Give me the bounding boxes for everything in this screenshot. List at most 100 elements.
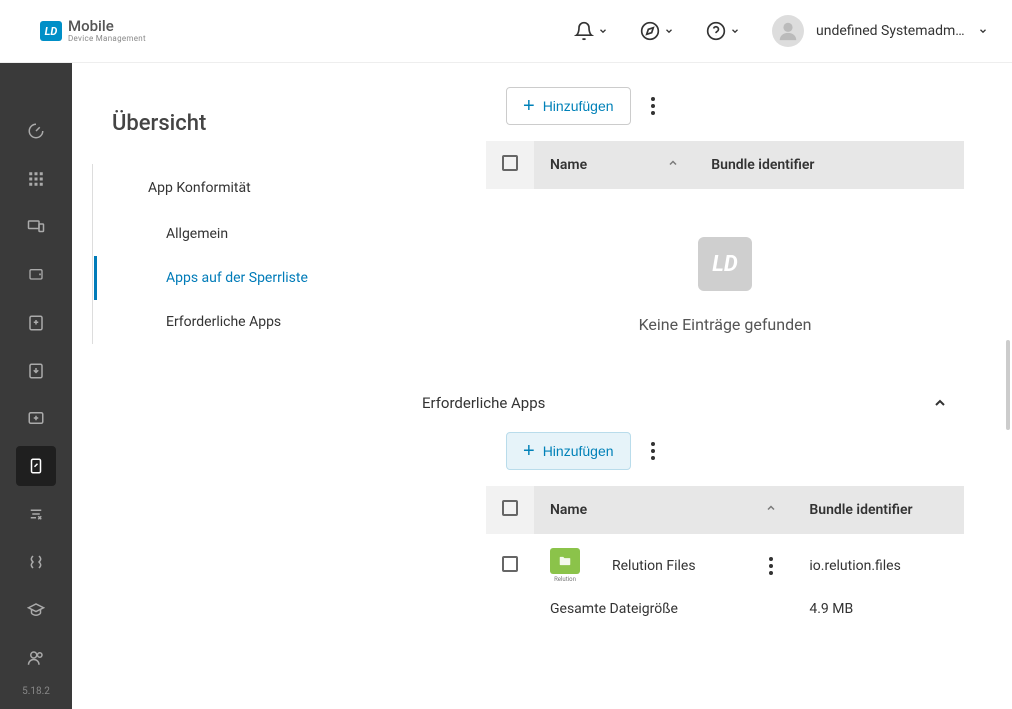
add-blocked-button[interactable]: + Hinzufügen: [506, 87, 631, 125]
avatar: [772, 15, 804, 47]
rail-item-grid[interactable]: [16, 159, 56, 199]
tablet-icon: [26, 267, 46, 283]
select-all-header[interactable]: [486, 486, 534, 534]
col-name[interactable]: Name: [534, 486, 793, 534]
table-blocked: Name Bundle identifier: [486, 141, 964, 189]
add-box-icon: [27, 409, 45, 427]
rail-item-dashboard[interactable]: [16, 111, 56, 151]
add-label: Hinzufügen: [543, 443, 614, 459]
person-icon: [777, 20, 799, 42]
table-required: Name Bundle identifier: [486, 486, 964, 631]
col-bundle[interactable]: Bundle identifier: [793, 486, 964, 534]
brand-title: Mobile: [68, 19, 146, 34]
panel-blocked-apps: + Hinzufügen Name Bundle identifier: [390, 63, 980, 374]
nav-group-compliance[interactable]: App Konformität: [93, 164, 390, 212]
checkbox-icon: [502, 155, 518, 171]
chevron-down-icon: [664, 26, 674, 36]
col-bundle[interactable]: Bundle identifier: [695, 141, 964, 189]
required-more-menu[interactable]: [647, 438, 659, 464]
rail-item-download[interactable]: [16, 351, 56, 391]
folder-icon: [550, 548, 580, 574]
name-cell: Relution Relution Files: [550, 548, 777, 583]
brand-subtitle: Device Management: [68, 35, 146, 43]
empty-logo-icon: LD: [698, 237, 752, 291]
app-name: Relution Files: [612, 558, 696, 574]
users-icon: [27, 649, 45, 667]
empty-state: LD Keine Einträge gefunden: [486, 189, 964, 358]
panel-header-required[interactable]: Erforderliche Apps: [406, 382, 964, 424]
rail-item-devices[interactable]: [16, 207, 56, 247]
rail-item-tablet[interactable]: [16, 255, 56, 295]
bell-icon: [574, 21, 594, 41]
checkbox-icon: [502, 556, 518, 572]
grid-icon: [27, 170, 45, 188]
rail-item-add[interactable]: [16, 399, 56, 439]
brand-logo-icon: LD: [40, 21, 62, 41]
chevron-up-icon: [932, 395, 948, 411]
rail-item-compliance[interactable]: [16, 446, 56, 486]
rail-item-education[interactable]: [16, 590, 56, 630]
col-name-label: Name: [550, 157, 587, 173]
devices-icon: [26, 218, 46, 236]
topbar-right: undefined Systemadmi...: [574, 15, 988, 47]
help-icon: [706, 21, 726, 41]
rail-item-enroll[interactable]: [16, 303, 56, 343]
sort-up-icon: [765, 502, 777, 514]
size-label: Gesamte Dateigröße: [534, 597, 793, 631]
col-name-label: Name: [550, 502, 587, 518]
toolbar-required: + Hinzufügen: [406, 424, 964, 486]
nav-item-general[interactable]: Allgemein: [93, 212, 390, 256]
download-icon: [27, 362, 45, 380]
table-subrow: Gesamte Dateigröße 4.9 MB: [486, 597, 964, 631]
nav-container: App Konformität Allgemein Apps auf der S…: [92, 164, 390, 344]
sidebar: Übersicht App Konformität Allgemein Apps…: [72, 63, 390, 709]
nav-rail: 5.18.2: [0, 63, 72, 709]
enroll-icon: [27, 314, 45, 332]
username-label: undefined Systemadmi...: [816, 23, 966, 39]
nav-item-blocklist[interactable]: Apps auf der Sperrliste: [93, 256, 390, 300]
brand-text: Mobile Device Management: [68, 19, 146, 43]
brand: LD Mobile Device Management: [40, 19, 146, 43]
version-label: 5.18.2: [22, 686, 50, 697]
graduation-icon: [27, 601, 45, 619]
topbar: LD Mobile Device Management undefined Sy…: [0, 0, 1012, 63]
app-icon-wrap: Relution: [550, 548, 580, 583]
add-required-button[interactable]: + Hinzufügen: [506, 432, 631, 470]
compliance-icon: [27, 457, 45, 475]
empty-text: Keine Einträge gefunden: [639, 315, 812, 334]
sort-up-icon: [667, 157, 679, 169]
code-icon: [27, 553, 45, 571]
notifications-menu[interactable]: [574, 21, 608, 41]
select-all-header[interactable]: [486, 141, 534, 189]
col-name[interactable]: Name: [534, 141, 695, 189]
scrollbar[interactable]: [1006, 340, 1010, 430]
nav-item-required[interactable]: Erforderliche Apps: [93, 300, 390, 344]
plus-icon: +: [523, 96, 535, 116]
table-row[interactable]: Relution Relution Files io.relution.file…: [486, 534, 964, 597]
panel-required-apps: Erforderliche Apps + Hinzufügen Name: [390, 382, 980, 647]
user-menu[interactable]: undefined Systemadmi...: [772, 15, 988, 47]
page-title: Übersicht: [72, 111, 390, 164]
panel-title-required: Erforderliche Apps: [422, 394, 545, 412]
row-more-menu[interactable]: [765, 553, 777, 579]
gauge-icon: [27, 122, 45, 140]
rail-item-filter[interactable]: [16, 494, 56, 534]
filter-icon: [27, 505, 45, 523]
chevron-down-icon: [598, 26, 608, 36]
plus-icon: +: [523, 441, 535, 461]
add-label: Hinzufügen: [543, 98, 614, 114]
help-menu[interactable]: [706, 21, 740, 41]
toolbar-blocked: + Hinzufügen: [406, 79, 964, 141]
main-content: + Hinzufügen Name Bundle identifier: [390, 63, 980, 709]
chevron-down-icon: [730, 26, 740, 36]
select-row[interactable]: [486, 534, 534, 597]
bundle-id: io.relution.files: [793, 534, 964, 597]
rail-item-users[interactable]: [16, 638, 56, 678]
compass-icon: [640, 21, 660, 41]
compass-menu[interactable]: [640, 21, 674, 41]
blocked-more-menu[interactable]: [647, 93, 659, 119]
app-icon-label: Relution: [554, 576, 576, 583]
checkbox-icon: [502, 500, 518, 516]
rail-item-code[interactable]: [16, 542, 56, 582]
chevron-down-icon: [978, 26, 988, 36]
